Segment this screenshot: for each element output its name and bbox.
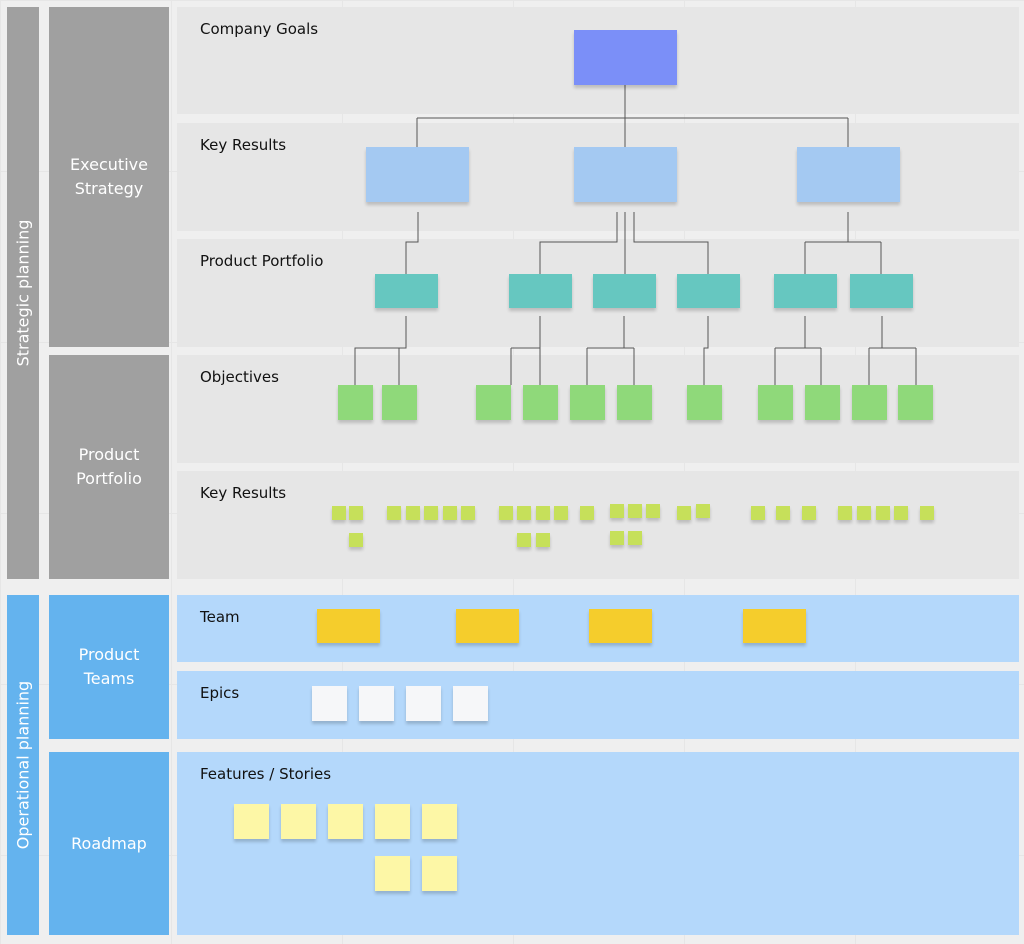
key-result-small-sticky-note[interactable] (461, 506, 475, 520)
story-sticky-note[interactable] (375, 856, 410, 891)
portfolio-sticky-note[interactable] (774, 274, 837, 308)
key-result-small-sticky-note[interactable] (677, 506, 691, 520)
objective-sticky-note[interactable] (617, 385, 652, 420)
objective-sticky-note[interactable] (898, 385, 933, 420)
key-result-small-sticky-note[interactable] (406, 506, 420, 520)
portfolio-sticky-note[interactable] (677, 274, 740, 308)
objective-sticky-note[interactable] (523, 385, 558, 420)
story-sticky-note[interactable] (328, 804, 363, 839)
story-sticky-note[interactable] (375, 804, 410, 839)
key-result-small-sticky-note[interactable] (876, 506, 890, 520)
portfolio-sticky-note[interactable] (850, 274, 913, 308)
epic-sticky-note[interactable] (359, 686, 394, 721)
epic-sticky-note[interactable] (312, 686, 347, 721)
connector-line (539, 212, 618, 274)
connectors (354, 85, 917, 385)
key-result-small-sticky-note[interactable] (628, 504, 642, 518)
objective-sticky-note[interactable] (382, 385, 417, 420)
key-result-small-sticky-note[interactable] (646, 504, 660, 518)
key-result-small-sticky-note[interactable] (838, 506, 852, 520)
key-result-small-sticky-note[interactable] (751, 506, 765, 520)
key-result-small-sticky-note[interactable] (628, 531, 642, 545)
team-sticky-note[interactable] (456, 609, 519, 643)
connector-line (633, 212, 709, 274)
key-result-small-sticky-note[interactable] (349, 506, 363, 520)
team-sticky-note[interactable] (743, 609, 806, 643)
key-result-small-sticky-note[interactable] (920, 506, 934, 520)
portfolio-sticky-note[interactable] (593, 274, 656, 308)
team-sticky-note[interactable] (589, 609, 652, 643)
key-result-small-sticky-note[interactable] (857, 506, 871, 520)
key-result-small-sticky-note[interactable] (802, 506, 816, 520)
key-result-small-sticky-note[interactable] (610, 531, 624, 545)
portfolio-sticky-note[interactable] (509, 274, 572, 308)
connector-line (405, 212, 419, 274)
key-result-small-sticky-note[interactable] (387, 506, 401, 520)
key-result-small-sticky-note[interactable] (776, 506, 790, 520)
objective-sticky-note[interactable] (805, 385, 840, 420)
objective-sticky-note[interactable] (852, 385, 887, 420)
epic-sticky-note[interactable] (406, 686, 441, 721)
key-result-small-sticky-note[interactable] (332, 506, 346, 520)
key-result-sticky-note[interactable] (574, 147, 677, 202)
connector-line (703, 316, 709, 385)
key-result-small-sticky-note[interactable] (517, 506, 531, 520)
connector-line (354, 316, 407, 385)
key-result-small-sticky-note[interactable] (610, 504, 624, 518)
key-result-sticky-note[interactable] (797, 147, 900, 202)
key-result-small-sticky-note[interactable] (443, 506, 457, 520)
epic-sticky-note[interactable] (453, 686, 488, 721)
key-result-small-sticky-note[interactable] (349, 533, 363, 547)
key-result-small-sticky-note[interactable] (580, 506, 594, 520)
key-result-small-sticky-note[interactable] (424, 506, 438, 520)
story-sticky-note[interactable] (422, 856, 457, 891)
key-result-sticky-note[interactable] (366, 147, 469, 202)
key-result-small-sticky-note[interactable] (517, 533, 531, 547)
team-sticky-note[interactable] (317, 609, 380, 643)
goal-sticky-note[interactable] (574, 30, 677, 85)
key-result-small-sticky-note[interactable] (536, 533, 550, 547)
objective-sticky-note[interactable] (570, 385, 605, 420)
key-result-small-sticky-note[interactable] (894, 506, 908, 520)
objective-sticky-note[interactable] (687, 385, 722, 420)
story-sticky-note[interactable] (234, 804, 269, 839)
objective-sticky-note[interactable] (338, 385, 373, 420)
portfolio-sticky-note[interactable] (375, 274, 438, 308)
key-result-small-sticky-note[interactable] (499, 506, 513, 520)
story-sticky-note[interactable] (422, 804, 457, 839)
objective-sticky-note[interactable] (758, 385, 793, 420)
key-result-small-sticky-note[interactable] (696, 504, 710, 518)
objective-sticky-note[interactable] (476, 385, 511, 420)
key-result-small-sticky-note[interactable] (554, 506, 568, 520)
key-result-small-sticky-note[interactable] (536, 506, 550, 520)
story-sticky-note[interactable] (281, 804, 316, 839)
